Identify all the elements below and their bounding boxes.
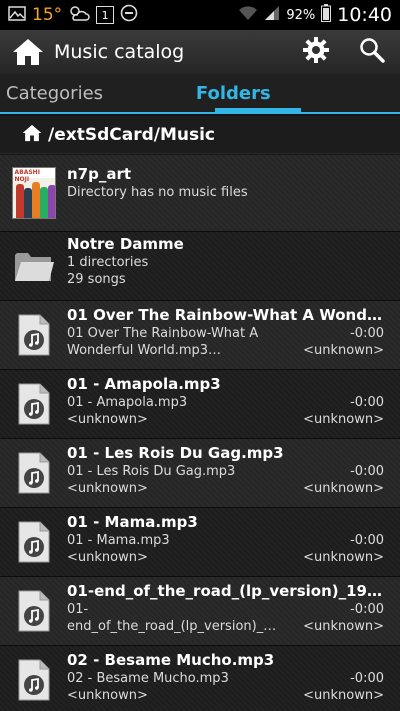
item-subtitle: Directory has no music files — [67, 185, 248, 200]
item-filename-cont: end_of_the_road_(lp_version)_… — [67, 619, 277, 634]
tab-selected-indicator — [214, 108, 301, 114]
clock-text: 10:40 — [337, 4, 392, 26]
item-filename: 01- — [67, 602, 89, 617]
tab-categories[interactable]: Categories — [0, 74, 158, 112]
item-filename: 01 Over The Rainbow-What A — [67, 326, 259, 341]
tab-bar: Categories Folders — [0, 74, 400, 114]
item-filename: 01 - Mama.mp3 — [67, 533, 170, 548]
item-artist: <unknown> — [303, 343, 384, 358]
item-filename: 01 - Amapola.mp3 — [67, 395, 188, 410]
item-title: 01 Over The Rainbow-What A Wonderful Wor… — [67, 306, 384, 324]
breadcrumb[interactable]: /extSdCard/Music — [0, 116, 400, 154]
item-title: 01 - Les Rois Du Gag.mp3 — [67, 444, 284, 462]
item-title: Notre Damme — [67, 235, 184, 253]
item-artist: <unknown> — [303, 412, 384, 427]
music-file-icon — [0, 301, 67, 369]
item-filename-cont: Wonderful World.mp3… — [67, 343, 222, 358]
action-bar: Music catalog — [0, 30, 400, 74]
calendar-icon: 1 — [96, 6, 115, 24]
item-duration: -0:00 — [350, 602, 384, 617]
item-album: <unknown> — [67, 688, 148, 703]
music-file-icon — [0, 370, 67, 438]
settings-button[interactable] — [288, 30, 344, 74]
signal-icon — [264, 5, 280, 25]
item-artist: <unknown> — [303, 619, 384, 634]
music-file-icon — [0, 439, 67, 507]
list-item[interactable]: 01-end_of_the_road_(lp_version)_1992.mp3… — [0, 577, 400, 646]
page-title: Music catalog — [54, 41, 185, 63]
item-duration: -0:00 — [350, 533, 384, 548]
item-title: n7p_art — [67, 165, 132, 183]
item-title: 02 - Besame Mucho.mp3 — [67, 651, 275, 669]
blocked-icon — [120, 4, 138, 26]
tab-folders[interactable]: Folders — [158, 74, 310, 114]
item-artist: <unknown> — [303, 481, 384, 496]
album-art-label: ABASHI NOJI — [12, 168, 55, 183]
item-album: <unknown> — [67, 481, 148, 496]
status-bar: 15° 1 92% 10:40 — [0, 0, 400, 30]
calendar-day: 1 — [101, 8, 109, 22]
gallery-icon — [8, 5, 26, 25]
search-button[interactable] — [344, 30, 400, 74]
list-item[interactable]: 01 - Amapola.mp3 01 - Amapola.mp3 -0:00 <… — [0, 370, 400, 439]
list-item[interactable]: ABASHI NOJI n7p_art Directory has no mus… — [0, 155, 400, 232]
current-path: /extSdCard/Music — [48, 124, 215, 145]
list-item[interactable]: 01 - Mama.mp3 01 - Mama.mp3 -0:00 <unknow… — [0, 508, 400, 577]
item-title: 01-end_of_the_road_(lp_version)_1992.mp3 — [67, 582, 384, 600]
item-artist: <unknown> — [303, 550, 384, 565]
item-duration: -0:00 — [350, 326, 384, 341]
list-item[interactable]: 02 - Besame Mucho.mp3 02 - Besame Mucho.… — [0, 646, 400, 711]
item-artist: <unknown> — [303, 688, 384, 703]
music-file-icon — [0, 646, 67, 711]
list-item[interactable]: 01 - Les Rois Du Gag.mp3 01 - Les Rois D… — [0, 439, 400, 508]
wifi-icon — [238, 5, 258, 25]
temperature-text: 15° — [32, 5, 63, 25]
battery-icon — [321, 4, 332, 26]
item-duration: -0:00 — [350, 464, 384, 479]
search-icon — [359, 37, 385, 67]
folder-list: ABASHI NOJI n7p_art Directory has no mus… — [0, 155, 400, 711]
tab-folders-label: Folders — [195, 82, 271, 104]
item-filename: 02 - Besame Mucho.mp3 — [67, 671, 229, 686]
item-duration: -0:00 — [350, 671, 384, 686]
list-item[interactable]: 01 Over The Rainbow-What A Wonderful Wor… — [0, 301, 400, 370]
music-file-icon — [0, 577, 67, 645]
weather-icon — [68, 4, 90, 26]
list-item[interactable]: Notre Damme 1 directories 29 songs — [0, 232, 400, 301]
item-subtitle: 29 songs — [67, 272, 126, 287]
music-file-icon — [0, 508, 67, 576]
home-icon[interactable] — [4, 30, 52, 74]
item-duration: -0:00 — [350, 395, 384, 410]
album-art: ABASHI NOJI — [0, 155, 67, 231]
folder-icon — [0, 232, 67, 300]
item-album: <unknown> — [67, 550, 148, 565]
battery-percent: 92% — [286, 7, 316, 23]
home-icon — [22, 124, 42, 146]
item-subtitle: 1 directories — [67, 255, 149, 270]
item-album: <unknown> — [67, 412, 148, 427]
item-filename: 01 - Les Rois Du Gag.mp3 — [67, 464, 236, 479]
item-title: 01 - Amapola.mp3 — [67, 375, 221, 393]
item-title: 01 - Mama.mp3 — [67, 513, 198, 531]
gear-icon — [302, 36, 330, 68]
